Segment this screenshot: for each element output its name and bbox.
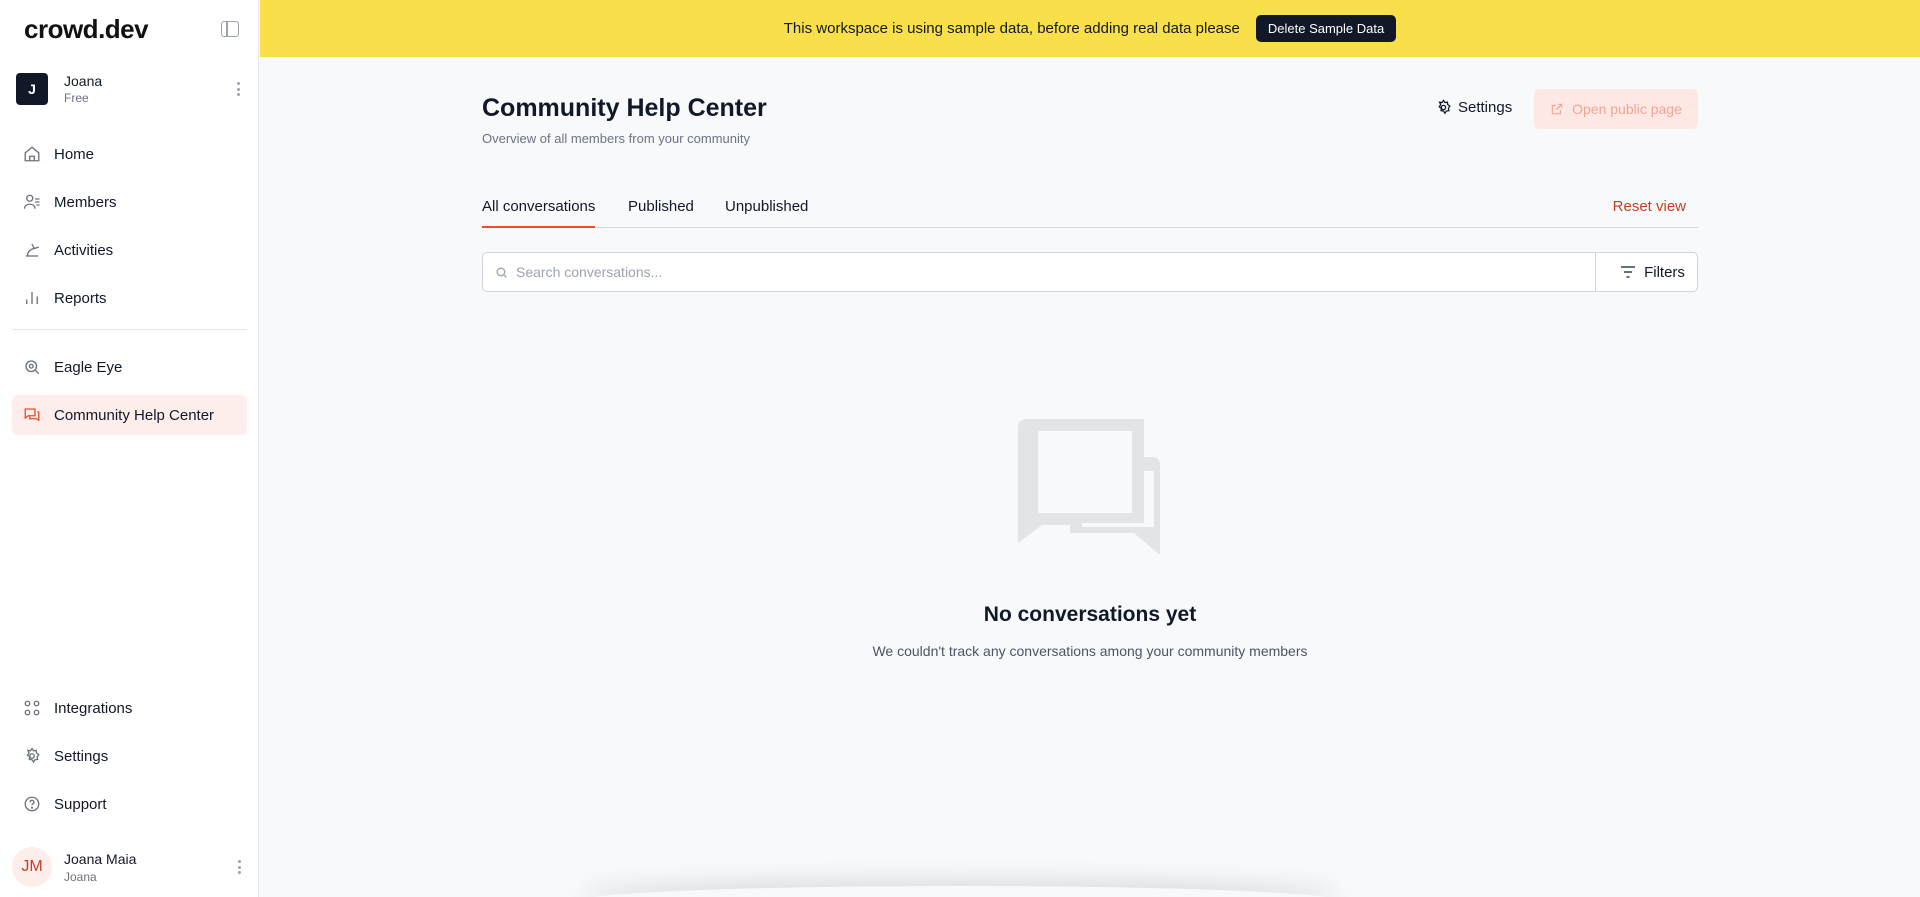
user-menu-icon[interactable]	[231, 858, 247, 876]
avatar: JM	[12, 847, 52, 887]
external-link-icon	[1550, 102, 1564, 116]
sidebar-item-support[interactable]: Support	[12, 784, 247, 824]
empty-state-title: No conversations yet	[983, 603, 1197, 626]
filter-icon	[1620, 265, 1636, 279]
user-name: Joana Maia	[64, 850, 137, 867]
settings-label: Settings	[1458, 99, 1513, 116]
sidebar-item-label: Reports	[54, 289, 107, 307]
page-title: Community Help Center	[482, 94, 767, 122]
open-public-page-button[interactable]: Open public page	[1534, 89, 1698, 129]
page-subtitle: Overview of all members from your commun…	[482, 131, 751, 146]
logo-row: crowd.dev	[24, 14, 239, 44]
home-icon	[22, 144, 42, 164]
workspace-info: Joana Free	[64, 73, 230, 105]
sidebar-item-reports[interactable]: Reports	[12, 278, 247, 318]
reset-view-button[interactable]: Reset view	[1613, 198, 1686, 215]
search-icon	[495, 266, 508, 279]
sidebar-item-community-help-center[interactable]: Community Help Center	[12, 395, 247, 435]
sidebar-item-label: Activities	[54, 241, 114, 259]
workspace-plan: Free	[64, 91, 89, 105]
workspace-switcher[interactable]: J Joana Free	[16, 72, 246, 106]
activities-icon	[22, 240, 42, 260]
sidebar: crowd.dev J Joana Free Home Members Acti…	[0, 0, 259, 897]
tabs: All conversations Published Unpublished …	[482, 198, 1698, 228]
tab-all-conversations[interactable]: All conversations	[482, 198, 596, 228]
settings-button[interactable]: Settings	[1435, 99, 1512, 116]
sidebar-item-label: Support	[54, 795, 107, 813]
workspace-avatar: J	[16, 73, 48, 105]
tab-unpublished[interactable]: Unpublished	[725, 198, 808, 228]
sidebar-item-eagle-eye[interactable]: Eagle Eye	[12, 347, 247, 387]
sidebar-item-label: Settings	[54, 747, 109, 765]
conversations-empty-icon	[1016, 417, 1164, 562]
sidebar-item-label: Eagle Eye	[54, 358, 123, 376]
sidebar-item-home[interactable]: Home	[12, 134, 247, 174]
bottom-nav: Integrations Settings Support	[12, 688, 247, 832]
delete-sample-data-button[interactable]: Delete Sample Data	[1255, 15, 1397, 42]
members-icon	[22, 192, 42, 212]
sidebar-item-label: Integrations	[54, 699, 133, 717]
user-workspace: Joana	[64, 869, 97, 884]
user-menu[interactable]: JM Joana Maia Joana	[12, 847, 247, 887]
open-public-page-label: Open public page	[1572, 101, 1682, 117]
user-info: Joana Maia Joana	[64, 851, 231, 884]
gear-icon	[1435, 99, 1452, 116]
sidebar-item-integrations[interactable]: Integrations	[12, 688, 247, 728]
secondary-nav: Eagle Eye Community Help Center	[12, 347, 247, 443]
sidebar-item-settings[interactable]: Settings	[12, 736, 247, 776]
workspace-menu-icon[interactable]	[230, 80, 246, 98]
tab-published[interactable]: Published	[628, 198, 694, 228]
sample-data-banner: This workspace is using sample data, bef…	[260, 0, 1920, 57]
sidebar-divider	[12, 329, 247, 330]
sidebar-item-label: Home	[54, 145, 95, 163]
chat-icon	[22, 405, 42, 425]
workspace-name: Joana	[64, 73, 103, 89]
search-bar: Filters	[482, 252, 1698, 292]
filters-button[interactable]: Filters	[1595, 253, 1697, 291]
sidebar-item-label: Members	[54, 193, 117, 211]
filters-label: Filters	[1644, 263, 1685, 281]
reports-icon	[22, 288, 42, 308]
integrations-icon	[22, 698, 42, 718]
sidebar-item-activities[interactable]: Activities	[12, 230, 247, 270]
gear-icon	[22, 746, 42, 766]
eagle-eye-icon	[22, 357, 42, 377]
banner-text: This workspace is using sample data, bef…	[783, 20, 1240, 37]
empty-state-text: We couldn't track any conversations amon…	[872, 643, 1308, 659]
sidebar-item-label: Community Help Center	[54, 406, 215, 424]
search-input[interactable]	[516, 253, 1595, 291]
main-nav: Home Members Activities Reports	[12, 134, 247, 326]
sidebar-collapse-icon[interactable]	[221, 21, 239, 37]
sidebar-item-members[interactable]: Members	[12, 182, 247, 222]
bottom-shadow	[580, 886, 1340, 897]
app-logo[interactable]: crowd.dev	[24, 14, 149, 45]
help-icon	[22, 794, 42, 814]
